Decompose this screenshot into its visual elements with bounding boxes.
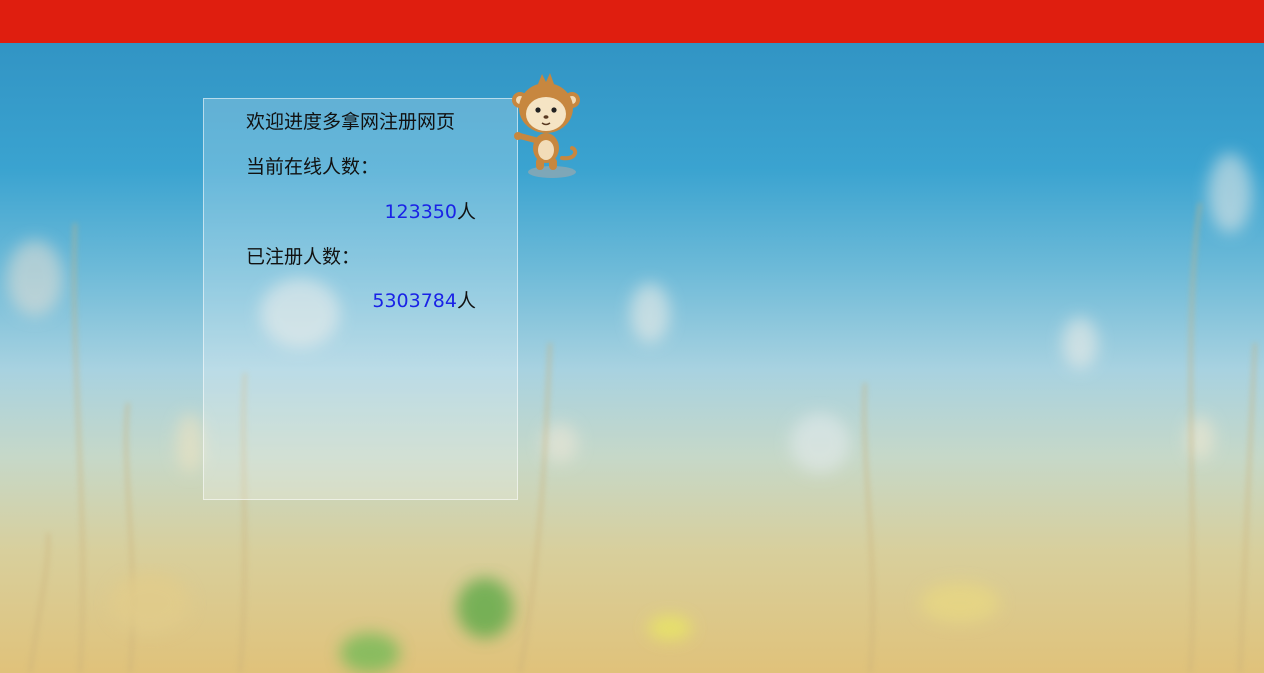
online-count-unit: 人 xyxy=(456,201,476,223)
meadow-background-image xyxy=(7,153,1257,673)
online-count-label: 当前在线人数： xyxy=(246,156,380,178)
welcome-text: 欢迎进度多拿网注册网页 xyxy=(246,111,456,133)
registered-count-value: 5303784 xyxy=(372,290,457,312)
registered-count: 5303784人 xyxy=(372,289,476,313)
registered-count-label: 已注册人数： xyxy=(246,246,361,268)
online-count: 123350人 xyxy=(384,200,476,224)
top-header-bar xyxy=(0,0,1264,43)
monkey-mascot-icon xyxy=(512,73,580,178)
page: 欢迎进度多拿网注册网页 当前在线人数： 123350人 已注册人数： 53037… xyxy=(0,0,1264,673)
registered-count-unit: 人 xyxy=(456,290,476,312)
online-count-value: 123350 xyxy=(384,201,457,223)
stats-panel: 欢迎进度多拿网注册网页 当前在线人数： 123350人 已注册人数： 53037… xyxy=(203,98,518,500)
